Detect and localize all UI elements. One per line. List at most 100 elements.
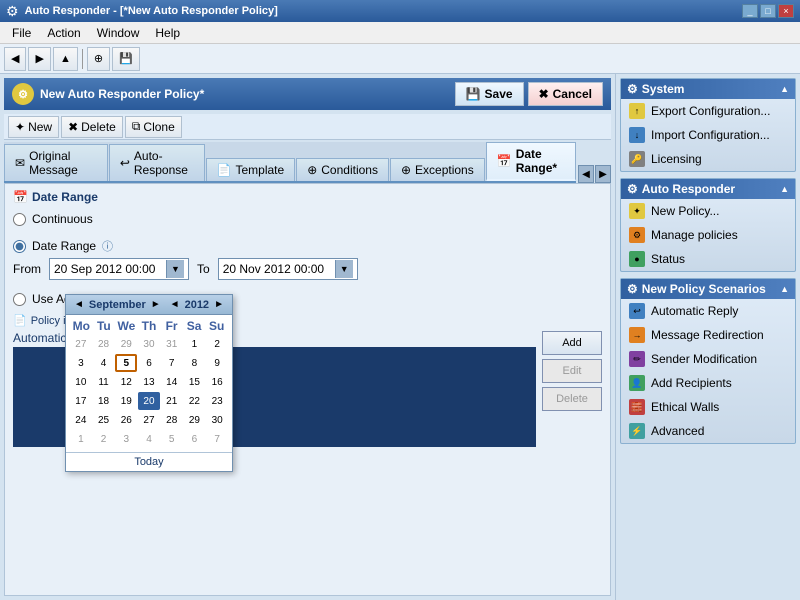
automatic-reply-item[interactable]: ↩ Automatic Reply (621, 299, 795, 323)
cal-day[interactable]: 29 (115, 335, 137, 353)
cal-day[interactable]: 14 (161, 373, 183, 391)
cal-day[interactable]: 6 (184, 430, 206, 448)
tab-auto-response[interactable]: ↩ Auto-Response (109, 144, 205, 181)
cal-day[interactable]: 19 (115, 392, 137, 410)
message-redirection-item[interactable]: → Message Redirection (621, 323, 795, 347)
cal-day[interactable]: 3 (70, 354, 92, 372)
cal-prev-year[interactable]: ◄ (166, 298, 184, 311)
add-schedule-button[interactable]: Add (542, 331, 602, 355)
cal-day[interactable]: 30 (138, 335, 160, 353)
cal-day[interactable]: 25 (93, 411, 115, 429)
tab-template[interactable]: 📄 Template (206, 158, 296, 181)
cal-day[interactable]: 27 (138, 411, 160, 429)
cal-day[interactable]: 24 (70, 411, 92, 429)
use-adv-radio[interactable] (13, 293, 26, 306)
cal-day[interactable]: 2 (206, 335, 228, 353)
new-policy-item[interactable]: ✦ New Policy... (621, 199, 795, 223)
cal-day[interactable]: 1 (184, 335, 206, 353)
cal-prev-month[interactable]: ◄ (70, 298, 88, 311)
tab-exceptions[interactable]: ⊕ Exceptions (390, 158, 485, 181)
cal-day[interactable]: 29 (184, 411, 206, 429)
info-icon[interactable]: ⓘ (102, 238, 113, 254)
cal-day[interactable]: 23 (206, 392, 228, 410)
up-button[interactable]: ▲ (53, 47, 78, 71)
tab-next-button[interactable]: ▶ (595, 165, 611, 183)
tab-original-message[interactable]: ✉ Original Message (4, 144, 108, 181)
from-date-input[interactable]: 20 Sep 2012 00:00 ▼ (49, 258, 189, 280)
menu-window[interactable]: Window (89, 24, 148, 42)
cal-day-selected[interactable]: 20 (138, 392, 160, 410)
cal-day[interactable]: 1 (70, 430, 92, 448)
cal-day[interactable]: 7 (206, 430, 228, 448)
minimize-button[interactable]: _ (742, 4, 758, 18)
new-button[interactable]: ✦ New (8, 116, 59, 138)
close-button[interactable]: × (778, 4, 794, 18)
cal-day[interactable]: 28 (93, 335, 115, 353)
save-toolbar-button[interactable]: 💾 (112, 47, 140, 71)
licensing-item[interactable]: 🔑 Licensing (621, 147, 795, 171)
cal-day[interactable]: 15 (184, 373, 206, 391)
cal-day[interactable]: 18 (93, 392, 115, 410)
status-label: Status (651, 252, 685, 266)
date-range-radio[interactable] (13, 240, 26, 253)
menu-file[interactable]: File (4, 24, 39, 42)
cal-day[interactable]: 4 (93, 354, 115, 372)
delete-button[interactable]: ✖ Delete (61, 116, 123, 138)
tab-prev-button[interactable]: ◀ (578, 165, 594, 183)
cal-day[interactable]: 11 (93, 373, 115, 391)
save-button[interactable]: 💾 Save (455, 82, 524, 106)
tab-date-range[interactable]: 📅 Date Range* (486, 142, 576, 181)
cal-day[interactable]: 2 (93, 430, 115, 448)
cal-next-month[interactable]: ► (147, 298, 165, 311)
manage-policies-item[interactable]: ⚙ Manage policies (621, 223, 795, 247)
cal-day[interactable]: 28 (161, 411, 183, 429)
cal-day[interactable]: 13 (138, 373, 160, 391)
cal-day[interactable]: 30 (206, 411, 228, 429)
add-toolbar-button[interactable]: ⊕ (87, 47, 110, 71)
ethical-walls-item[interactable]: 🧱 Ethical Walls (621, 395, 795, 419)
menu-help[interactable]: Help (147, 24, 188, 42)
cal-day[interactable]: 26 (115, 411, 137, 429)
cal-day-today[interactable]: 5 (115, 354, 137, 372)
import-config-item[interactable]: ↓ Import Configuration... (621, 123, 795, 147)
menu-action[interactable]: Action (39, 24, 88, 42)
maximize-button[interactable]: □ (760, 4, 776, 18)
sender-modification-item[interactable]: ✏ Sender Modification (621, 347, 795, 371)
cal-day[interactable]: 7 (161, 354, 183, 372)
auto-responder-collapse[interactable]: ▲ (780, 184, 789, 194)
cal-day[interactable]: 3 (115, 430, 137, 448)
cancel-button[interactable]: ✖ Cancel (528, 82, 603, 106)
cal-day[interactable]: 10 (70, 373, 92, 391)
cal-day[interactable]: 9 (206, 354, 228, 372)
cal-day[interactable]: 4 (138, 430, 160, 448)
cal-next-year[interactable]: ► (210, 298, 228, 311)
cal-day[interactable]: 12 (115, 373, 137, 391)
cal-day[interactable]: 5 (161, 430, 183, 448)
cal-day[interactable]: 27 (70, 335, 92, 353)
delete-schedule-button[interactable]: Delete (542, 387, 602, 411)
tab-date-range-label: Date Range* (516, 147, 565, 175)
export-config-item[interactable]: ↑ Export Configuration... (621, 99, 795, 123)
cal-day[interactable]: 21 (161, 392, 183, 410)
cal-day[interactable]: 6 (138, 354, 160, 372)
to-date-dropdown[interactable]: ▼ (335, 260, 353, 278)
system-collapse[interactable]: ▲ (780, 84, 789, 94)
add-recipients-item[interactable]: 👤 Add Recipients (621, 371, 795, 395)
cal-day[interactable]: 16 (206, 373, 228, 391)
back-button[interactable]: ◀ (4, 47, 26, 71)
advanced-item[interactable]: ⚡ Advanced (621, 419, 795, 443)
cal-day[interactable]: 8 (184, 354, 206, 372)
continuous-radio[interactable] (13, 213, 26, 226)
clone-button[interactable]: ⧉ Clone (125, 116, 182, 138)
today-button[interactable]: Today (66, 452, 232, 471)
to-date-input[interactable]: 20 Nov 2012 00:00 ▼ (218, 258, 358, 280)
cal-day[interactable]: 31 (161, 335, 183, 353)
from-date-dropdown[interactable]: ▼ (166, 260, 184, 278)
scenarios-collapse[interactable]: ▲ (780, 284, 789, 294)
tab-conditions[interactable]: ⊕ Conditions (296, 158, 389, 181)
forward-button[interactable]: ▶ (28, 47, 50, 71)
cal-day[interactable]: 22 (184, 392, 206, 410)
edit-schedule-button[interactable]: Edit (542, 359, 602, 383)
status-item[interactable]: ● Status (621, 247, 795, 271)
cal-day[interactable]: 17 (70, 392, 92, 410)
